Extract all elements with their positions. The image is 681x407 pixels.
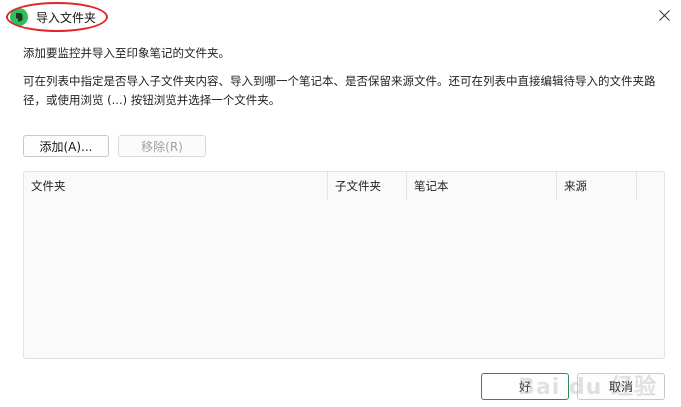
column-header-source[interactable]: 来源 [556,172,637,200]
column-header-folder[interactable]: 文件夹 [24,172,327,200]
close-icon [658,9,670,21]
add-button[interactable]: 添加(A)... [23,135,109,157]
column-header-notebook[interactable]: 笔记本 [406,172,556,200]
remove-button[interactable]: 移除(R) [118,135,206,157]
table-header: 文件夹 子文件夹 笔记本 来源 [24,172,664,200]
window-title: 导入文件夹 [36,11,97,25]
cancel-button[interactable]: 取消 [577,373,665,400]
description-line-2: 可在列表中指定是否导入子文件夹内容、导入到哪一个笔记本、是否保留来源文件。还可在… [23,74,656,107]
folder-table[interactable]: 文件夹 子文件夹 笔记本 来源 [23,171,665,359]
title-bar: 导入文件夹 [0,0,681,34]
column-header-subfolder[interactable]: 子文件夹 [327,172,406,200]
ok-button[interactable]: 好 [481,373,569,400]
close-button[interactable] [653,4,675,26]
evernote-elephant-icon [10,8,28,26]
description-line-1: 添加要监控并导入至印象笔记的文件夹。 [23,46,230,60]
